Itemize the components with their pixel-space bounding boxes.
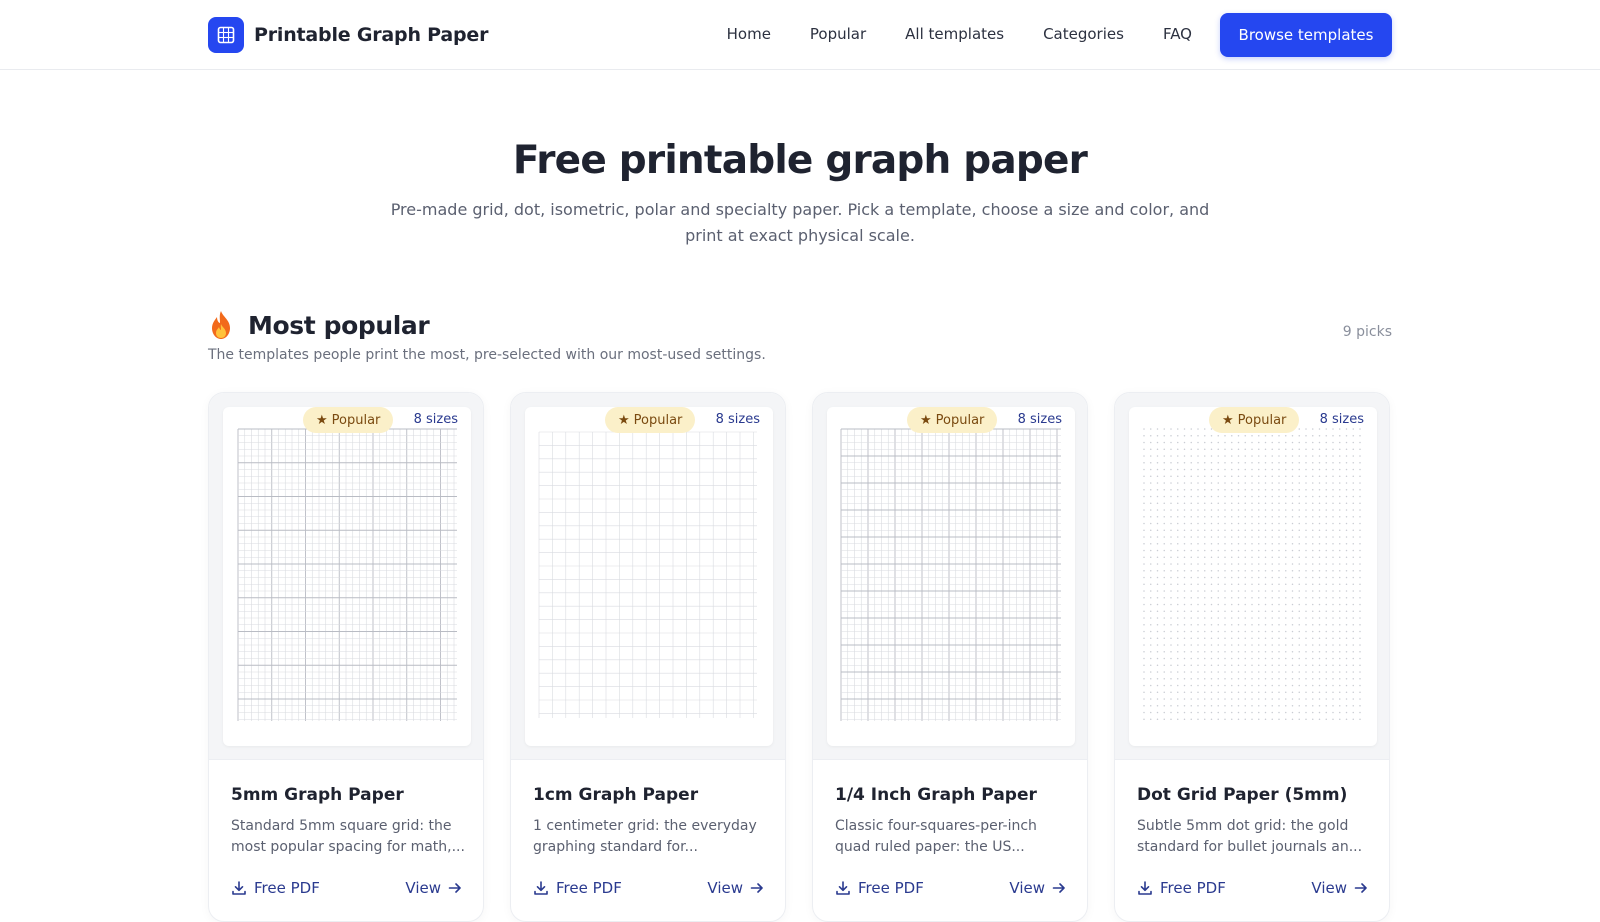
nav-categories[interactable]: Categories <box>1043 25 1124 43</box>
card-description: 1 centimeter grid: the everyday graphing… <box>533 818 757 855</box>
card-description: Standard 5mm square grid: the most popul… <box>231 818 465 855</box>
popular-badge: ★ Popular <box>1209 407 1300 433</box>
download-icon <box>534 881 548 895</box>
hero-title: Free printable graph paper <box>512 138 1088 183</box>
arrow-right-icon <box>750 883 763 893</box>
card-preview: ★ Popular 8 sizes <box>1115 393 1389 760</box>
view-label: View <box>405 879 441 897</box>
section-title: Most popular <box>208 310 430 340</box>
star-icon: ★ <box>618 412 630 428</box>
paper-preview <box>827 407 1075 746</box>
most-popular-header: Most popular The templates people print … <box>208 310 1392 366</box>
popular-badge-label: Popular <box>1237 412 1287 428</box>
view-button[interactable]: View <box>405 879 463 897</box>
card-preview: ★ Popular 8 sizes <box>813 393 1087 760</box>
view-label: View <box>707 879 743 897</box>
nav-all-templates[interactable]: All templates <box>905 25 1004 43</box>
popular-badge: ★ Popular <box>907 407 998 433</box>
main-nav: Home Popular All templates Categories FA… <box>727 25 1192 43</box>
arrow-right-icon <box>1052 883 1065 893</box>
paper-preview <box>525 407 773 746</box>
popular-cards: ★ Popular 8 sizes 5mm Graph Paper Standar… <box>208 392 1392 922</box>
section-description: The templates people print the most, pre… <box>208 347 766 363</box>
brand-link[interactable]: Printable Graph Paper <box>208 17 488 53</box>
popular-badge: ★ Popular <box>303 407 394 433</box>
card-title: Dot Grid Paper (5mm) <box>1137 785 1348 805</box>
free-pdf-label: Free PDF <box>254 879 320 897</box>
free-pdf-button[interactable]: Free PDF <box>1137 879 1226 897</box>
free-pdf-button[interactable]: Free PDF <box>231 879 320 897</box>
sizes-badge: 8 sizes <box>1017 412 1062 427</box>
card-title: 1/4 Inch Graph Paper <box>835 785 1037 805</box>
popular-badge-label: Popular <box>633 412 683 428</box>
card-preview: ★ Popular 8 sizes <box>511 393 785 760</box>
popular-badge: ★ Popular <box>605 407 696 433</box>
sizes-badge: 8 sizes <box>1319 412 1364 427</box>
star-icon: ★ <box>1222 412 1234 428</box>
nav-home[interactable]: Home <box>727 25 771 43</box>
card-description: Subtle 5mm dot grid: the gold standard f… <box>1137 818 1363 855</box>
free-pdf-label: Free PDF <box>1160 879 1226 897</box>
template-card[interactable]: ★ Popular 8 sizes Dot Grid Paper (5mm) Su… <box>1114 392 1390 922</box>
brand-name: Printable Graph Paper <box>254 24 489 46</box>
arrow-right-icon <box>448 883 461 893</box>
hero-subtitle: Pre-made grid, dot, isometric, polar and… <box>390 200 1210 245</box>
sizes-badge: 8 sizes <box>413 412 458 427</box>
card-title: 1cm Graph Paper <box>533 785 699 805</box>
template-card[interactable]: ★ Popular 8 sizes 5mm Graph Paper Standar… <box>208 392 484 922</box>
card-title: 5mm Graph Paper <box>231 785 404 805</box>
view-label: View <box>1311 879 1347 897</box>
template-card[interactable]: ★ Popular 8 sizes 1/4 Inch Graph Paper Cl… <box>812 392 1088 922</box>
free-pdf-button[interactable]: Free PDF <box>835 879 924 897</box>
free-pdf-label: Free PDF <box>556 879 622 897</box>
popular-badge-label: Popular <box>331 412 381 428</box>
nav-faq[interactable]: FAQ <box>1163 25 1192 43</box>
view-label: View <box>1009 879 1045 897</box>
card-actions: Free PDF View <box>533 879 765 901</box>
grid-icon <box>208 17 244 53</box>
card-actions: Free PDF View <box>231 879 463 901</box>
download-icon <box>1138 881 1152 895</box>
site-header: Printable Graph Paper Home Popular All t… <box>0 0 1600 70</box>
nav-popular[interactable]: Popular <box>810 25 866 43</box>
view-button[interactable]: View <box>1311 879 1369 897</box>
fire-icon <box>208 310 234 340</box>
card-description: Classic four-squares-per-inch quad ruled… <box>835 818 1037 855</box>
card-actions: Free PDF View <box>1137 879 1369 901</box>
view-button[interactable]: View <box>707 879 765 897</box>
download-icon <box>232 881 246 895</box>
star-icon: ★ <box>316 412 328 428</box>
star-icon: ★ <box>920 412 932 428</box>
browse-templates-button[interactable]: Browse templates <box>1220 13 1392 57</box>
card-preview: ★ Popular 8 sizes <box>209 393 483 760</box>
paper-preview <box>1129 407 1377 746</box>
card-actions: Free PDF View <box>835 879 1067 901</box>
view-button[interactable]: View <box>1009 879 1067 897</box>
sizes-badge: 8 sizes <box>715 412 760 427</box>
popular-badge-label: Popular <box>935 412 985 428</box>
free-pdf-button[interactable]: Free PDF <box>533 879 622 897</box>
free-pdf-label: Free PDF <box>858 879 924 897</box>
section-title-text: Most popular <box>248 310 430 340</box>
template-card[interactable]: ★ Popular 8 sizes 1cm Graph Paper 1 centi… <box>510 392 786 922</box>
picks-count: 9 picks <box>1342 324 1392 340</box>
arrow-right-icon <box>1354 883 1367 893</box>
download-icon <box>836 881 850 895</box>
paper-preview <box>223 407 471 746</box>
